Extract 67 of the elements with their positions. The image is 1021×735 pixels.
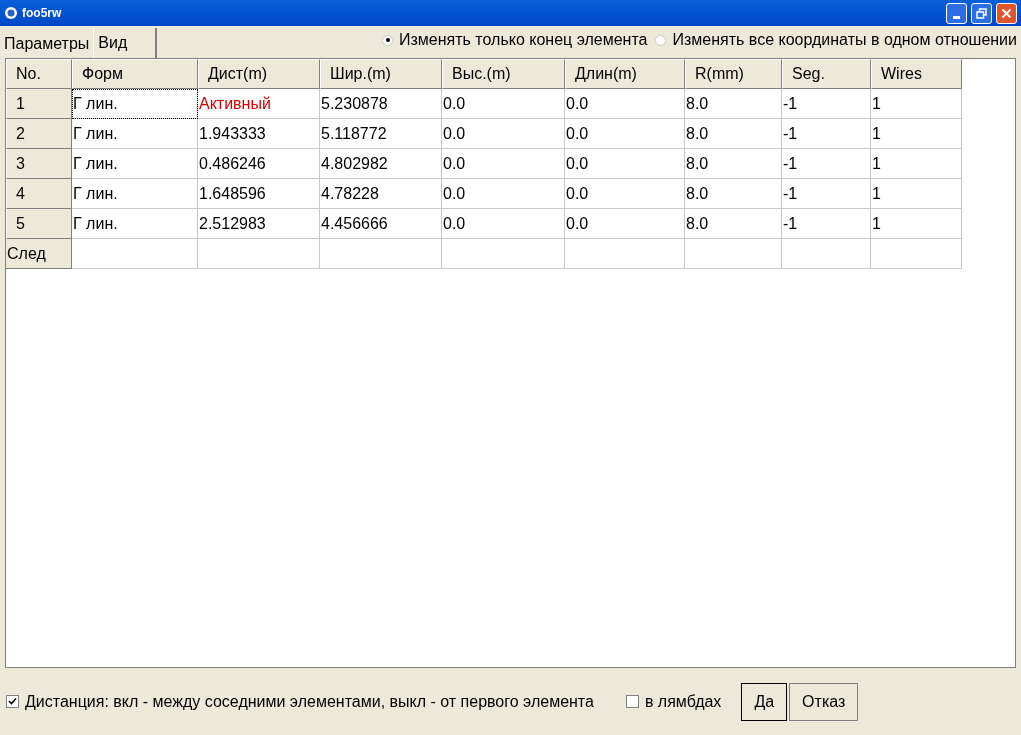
column-header: Форм — [72, 59, 198, 89]
column-header: Шир.(m) — [320, 59, 442, 89]
table-cell: 0.0 — [565, 89, 685, 119]
table-cell: 0.0 — [442, 179, 565, 209]
column-header: Seg. — [782, 59, 871, 89]
table-cell: 1 — [871, 149, 962, 179]
column-header: No. — [6, 59, 72, 89]
checkbox[interactable] — [6, 695, 19, 708]
table-cell: 0.486246 — [198, 149, 320, 179]
table-cell: 1.943333 — [198, 119, 320, 149]
row-header: 3 — [6, 149, 72, 179]
minimize-button[interactable] — [946, 2, 967, 24]
radio-button[interactable] — [655, 34, 667, 46]
checkbox[interactable] — [625, 695, 639, 708]
table-cell: 8.0 — [685, 119, 782, 149]
table-cell: 1 — [871, 179, 962, 209]
close-button[interactable] — [996, 2, 1017, 24]
table-cell: 1 — [871, 89, 962, 119]
table-cell: 0.0 — [565, 119, 685, 149]
checkbox-label: в лямбдах — [644, 691, 722, 712]
table-cell: 5.230878 — [320, 89, 442, 119]
column-header: R(mm) — [685, 59, 782, 89]
column-header: Выс.(m) — [442, 59, 565, 89]
table-cell: 0.0 — [442, 149, 565, 179]
restore-icon — [976, 7, 987, 19]
table-cell: -1 — [782, 89, 871, 119]
window-title: foo5rw — [22, 5, 62, 22]
restore-button[interactable] — [971, 2, 992, 24]
column-header: Дист(m) — [198, 59, 320, 89]
row-header: 4 — [6, 179, 72, 209]
app-icon — [4, 6, 18, 20]
table-cell: 0.0 — [565, 149, 685, 179]
table-cell: Г лин. — [72, 179, 198, 209]
minimize-icon — [953, 15, 960, 19]
table-cell: -1 — [782, 179, 871, 209]
checkbox-label: Дистанция: вкл - между соседними элементами, выкл - от первого элемента — [25, 691, 594, 712]
row-header: 2 — [6, 119, 72, 149]
table-cell: 8.0 — [685, 179, 782, 209]
table-cell: Активный — [198, 89, 320, 119]
column-header: Длин(m) — [565, 59, 685, 89]
row-header: 5 — [6, 209, 72, 239]
radio-label: Изменять только конец элемента — [399, 30, 648, 50]
table-cell: Г лин. — [72, 149, 198, 179]
row-header: 1 — [6, 89, 72, 119]
radio-button[interactable] — [382, 34, 393, 46]
table-cell: 1 — [871, 119, 962, 149]
close-icon — [1001, 7, 1012, 19]
table-cell: 0.0 — [442, 89, 565, 119]
check-icon — [8, 697, 17, 706]
table-cell: 8.0 — [685, 149, 782, 179]
table-cell: 0.0 — [565, 179, 685, 209]
table-cell: -1 — [782, 149, 871, 179]
dialog-button[interactable]: Да — [741, 682, 788, 721]
row-header: След — [6, 239, 72, 269]
table-cell: 1.648596 — [198, 179, 320, 209]
table-cell: -1 — [782, 119, 871, 149]
table-cell: 4.802982 — [320, 149, 442, 179]
column-header: Wires — [871, 59, 962, 89]
table-cell: 4.78228 — [320, 179, 442, 209]
table-cell: Г лин. — [72, 89, 198, 119]
tab[interactable]: Вид — [93, 28, 158, 58]
table-cell: Г лин. — [72, 119, 198, 149]
radio-label: Изменять все координаты в одном отношении — [672, 30, 1017, 50]
table-cell: 0.0 — [442, 119, 565, 149]
table-cell: 8.0 — [685, 89, 782, 119]
dialog-button[interactable]: Отказ — [789, 682, 859, 721]
table-cell: 5.118772 — [320, 119, 442, 149]
